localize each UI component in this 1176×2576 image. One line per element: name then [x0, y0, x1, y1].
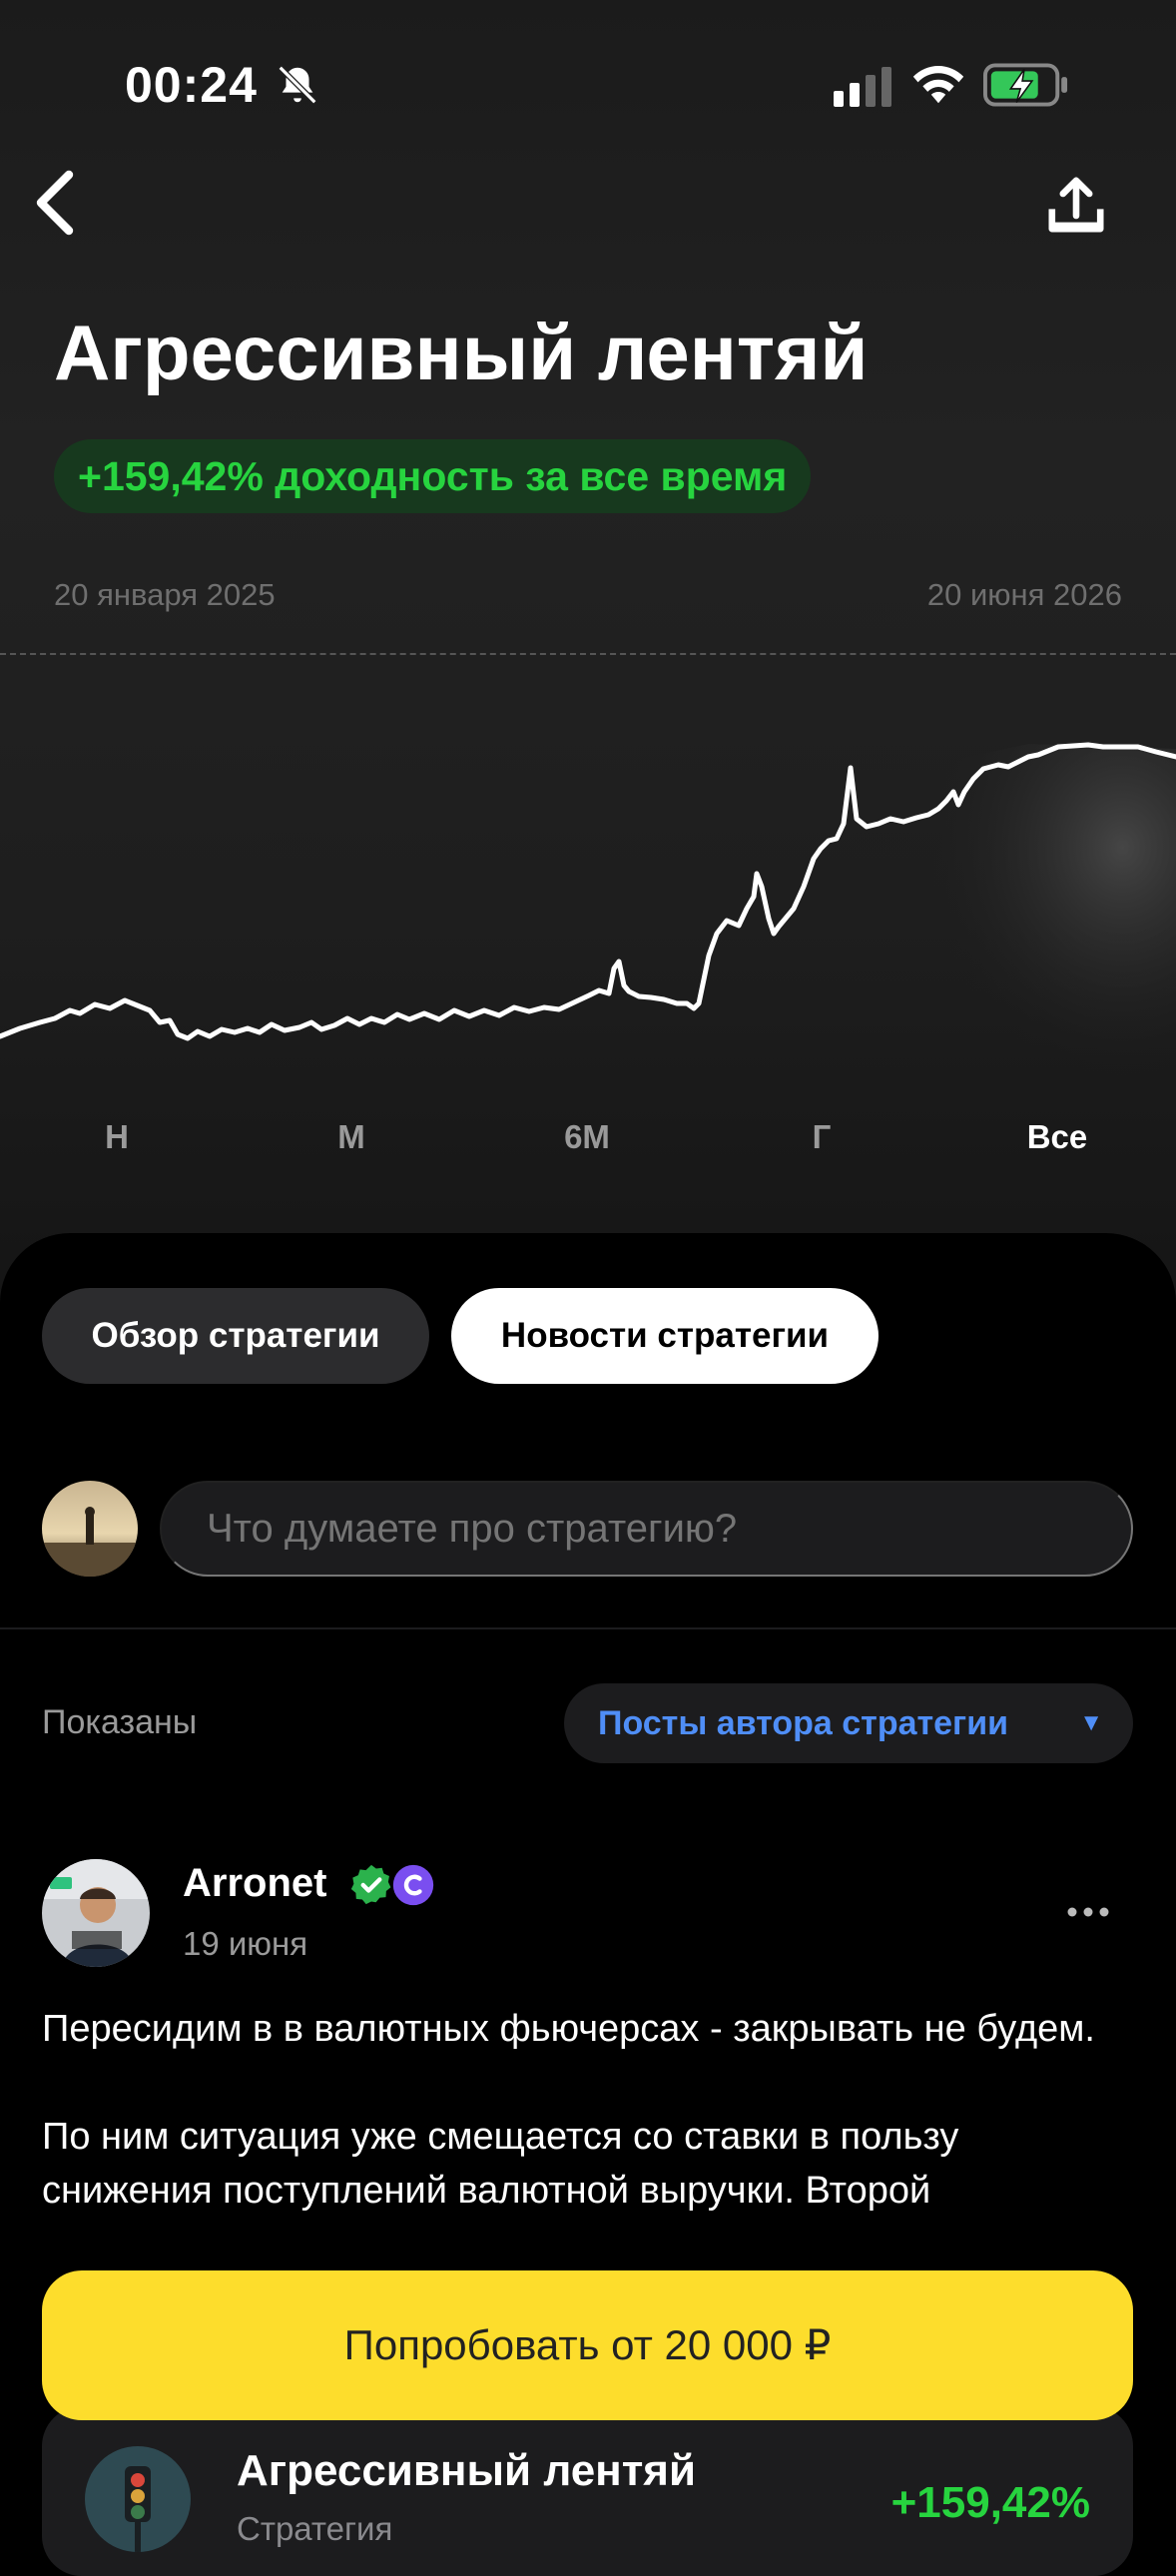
strategy-mini-subtitle: Стратегия [237, 2510, 393, 2547]
strategy-mini-title: Агрессивный лентяй [237, 2446, 697, 2495]
divider [0, 1627, 1176, 1629]
period-year[interactable]: Г [742, 1118, 901, 1156]
chart-area [819, 744, 1176, 1158]
author-avatar[interactable] [42, 1859, 150, 1967]
battery-charging-icon [983, 63, 1068, 107]
strategy-mini-yield: +159,42% [890, 2478, 1090, 2527]
posts-filter-dropdown[interactable]: Посты автора стратегии ▼ [564, 1683, 1133, 1763]
yield-badge: +159,42% доходность за все время [54, 439, 812, 513]
performance-chart[interactable] [0, 659, 1176, 1158]
more-options-icon[interactable] [1063, 1892, 1113, 1932]
chart-end-date: 20 июня 2026 [926, 577, 1122, 612]
period-week[interactable]: Н [37, 1118, 197, 1156]
premium-badge-icon [392, 1864, 434, 1906]
post-date: 19 июня [183, 1925, 308, 1962]
post-text: Пересидим в в валютных фьючерсах - закры… [42, 2008, 1095, 2212]
period-month[interactable]: М [272, 1118, 431, 1156]
strategy-thumbnail [85, 2446, 191, 2552]
bell-muted-icon [278, 65, 317, 105]
verified-badge-icon [350, 1864, 391, 1905]
share-icon[interactable] [1043, 172, 1109, 238]
user-avatar [42, 1481, 138, 1577]
period-all[interactable]: Все [977, 1118, 1137, 1156]
page-title: Агрессивный лентяй [54, 309, 869, 396]
comment-input[interactable] [160, 1481, 1133, 1577]
period-6-months[interactable]: 6М [507, 1118, 667, 1156]
chart-reference-line [0, 653, 1176, 655]
tab-strategy-news[interactable]: Новости стратегии [451, 1288, 879, 1384]
dropdown-arrow-icon: ▼ [1079, 1709, 1103, 1736]
try-strategy-button[interactable]: Попробовать от 20 000 ₽ [42, 2270, 1133, 2420]
posts-filter-value: Посты автора стратегии [598, 1704, 1009, 1742]
author-name[interactable]: Arronet [183, 1861, 326, 1906]
shown-label: Показаны [42, 1703, 198, 1741]
chart-start-date: 20 января 2025 [54, 577, 276, 612]
back-chevron-icon[interactable] [30, 168, 80, 238]
cellular-signal-icon [834, 67, 891, 107]
tab-strategy-overview[interactable]: Обзор стратегии [42, 1288, 429, 1384]
wifi-icon [912, 66, 964, 104]
period-selector: Н М 6М Г Все [0, 1118, 1176, 1178]
status-time: 00:24 [125, 57, 258, 113]
